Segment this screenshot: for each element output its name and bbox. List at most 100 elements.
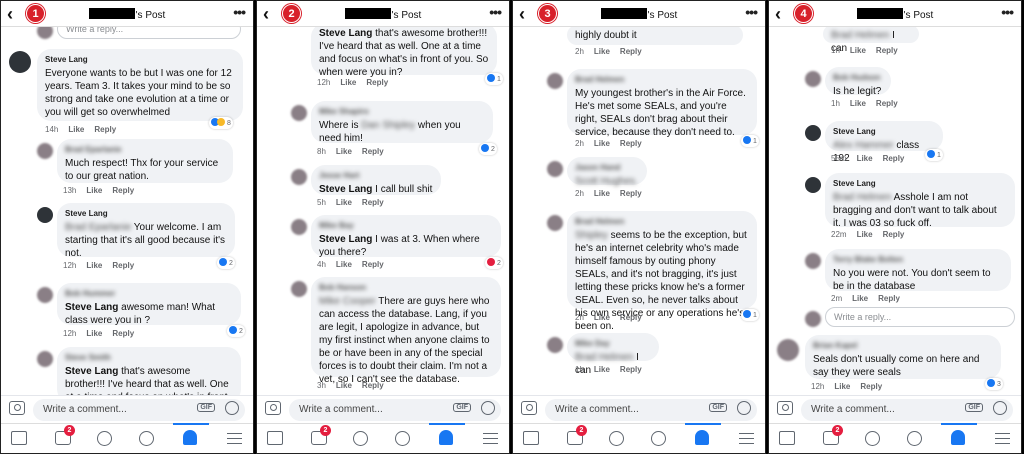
news-feed-icon[interactable] — [779, 431, 795, 445]
like-button[interactable]: Like — [850, 46, 866, 55]
more-options-icon[interactable]: ••• — [745, 4, 758, 20]
news-feed-icon[interactable] — [523, 431, 539, 445]
like-button[interactable]: Like — [336, 147, 352, 156]
mentioned-user[interactable]: Mike Cooper — [319, 296, 376, 307]
profile-icon[interactable] — [609, 431, 624, 446]
camera-icon[interactable] — [521, 401, 537, 415]
notifications-bell-icon[interactable] — [695, 430, 709, 445]
avatar[interactable] — [9, 51, 31, 73]
mentioned-user[interactable]: Scott Hughes. — [575, 176, 638, 187]
notifications-bell-icon[interactable] — [951, 430, 965, 445]
profile-icon[interactable] — [97, 431, 112, 446]
emoji-icon[interactable] — [225, 401, 239, 415]
groups-icon[interactable] — [651, 431, 666, 446]
reply-button[interactable]: Reply — [883, 230, 905, 239]
comment-author[interactable]: Steve Lang — [833, 177, 1007, 190]
gif-button[interactable]: GIF — [709, 403, 727, 412]
reply-button[interactable]: Reply — [883, 154, 905, 163]
avatar[interactable] — [291, 169, 307, 185]
emoji-icon[interactable] — [481, 401, 495, 415]
comment-author[interactable]: Bob Hummer — [65, 287, 233, 300]
comment-author[interactable]: Jesse Hart — [319, 169, 433, 182]
notifications-bell-icon[interactable] — [439, 430, 453, 445]
camera-icon[interactable] — [9, 401, 25, 415]
like-button[interactable]: Like — [834, 382, 850, 391]
mentioned-user[interactable]: Shipley — [575, 230, 608, 241]
reply-button[interactable]: Reply — [620, 139, 642, 148]
like-button[interactable]: Like — [594, 139, 610, 148]
comment-author[interactable]: Brad Eparlanie — [65, 143, 225, 156]
emoji-icon[interactable] — [993, 401, 1007, 415]
more-options-icon[interactable]: ••• — [489, 4, 502, 20]
like-button[interactable]: Like — [86, 261, 102, 270]
comment-author[interactable]: Steve Lang — [45, 53, 235, 66]
reply-button[interactable]: Reply — [620, 47, 642, 56]
reply-button[interactable]: Reply — [366, 78, 388, 87]
avatar[interactable] — [805, 253, 821, 269]
reply-button[interactable]: Reply — [878, 294, 900, 303]
reaction-count[interactable]: 1 — [741, 135, 759, 147]
camera-icon[interactable] — [777, 401, 793, 415]
comment-author[interactable]: Mike Shapiro — [319, 105, 485, 118]
mentioned-user[interactable]: Steve Lang — [65, 366, 118, 377]
mentioned-user[interactable]: Steve Lang — [319, 234, 372, 245]
mentioned-user[interactable]: Brad Helmen — [833, 192, 891, 203]
avatar[interactable] — [805, 71, 821, 87]
comment-author[interactable]: Brad Helmen — [575, 73, 749, 86]
mentioned-user[interactable]: Brad Helmen — [831, 30, 889, 41]
reaction-count[interactable]: 3 — [985, 378, 1003, 390]
reaction-count[interactable]: 2 — [479, 143, 497, 155]
avatar[interactable] — [805, 311, 821, 327]
gif-button[interactable]: GIF — [453, 403, 471, 412]
comment-author[interactable]: Mike Day — [575, 337, 651, 350]
mentioned-user[interactable]: Alex Hammer — [833, 140, 894, 151]
avatar[interactable] — [805, 125, 821, 141]
like-button[interactable]: Like — [340, 78, 356, 87]
menu-icon[interactable] — [995, 433, 1010, 444]
write-reply-field[interactable]: Write a reply... — [825, 307, 1015, 327]
avatar[interactable] — [37, 351, 53, 367]
avatar[interactable] — [777, 339, 799, 361]
reply-button[interactable]: Reply — [362, 260, 384, 269]
profile-icon[interactable] — [865, 431, 880, 446]
like-button[interactable]: Like — [594, 189, 610, 198]
menu-icon[interactable] — [227, 433, 242, 444]
profile-icon[interactable] — [353, 431, 368, 446]
comment-author[interactable]: Mike Bay — [319, 219, 493, 232]
like-button[interactable]: Like — [86, 186, 102, 195]
reply-button[interactable]: Reply — [620, 365, 642, 374]
like-button[interactable]: Like — [594, 47, 610, 56]
like-button[interactable]: Like — [86, 329, 102, 338]
avatar[interactable] — [37, 287, 53, 303]
like-button[interactable]: Like — [336, 260, 352, 269]
reply-button[interactable]: Reply — [112, 261, 134, 270]
avatar[interactable] — [37, 143, 53, 159]
reply-button[interactable]: Reply — [876, 46, 898, 55]
mentioned-user[interactable]: Steve Lang — [65, 302, 118, 313]
avatar[interactable] — [37, 207, 53, 223]
news-feed-icon[interactable] — [11, 431, 27, 445]
mentioned-user[interactable]: Brad Helmen — [575, 352, 633, 363]
groups-icon[interactable] — [139, 431, 154, 446]
camera-icon[interactable] — [265, 401, 281, 415]
like-button[interactable]: Like — [857, 154, 873, 163]
reaction-count[interactable]: 1 — [925, 149, 943, 161]
like-button[interactable]: Like — [594, 365, 610, 374]
reply-button[interactable]: Reply — [112, 329, 134, 338]
reply-button[interactable]: Reply — [94, 125, 116, 134]
menu-icon[interactable] — [483, 433, 498, 444]
avatar[interactable] — [547, 73, 563, 89]
comment-author[interactable]: Steve Lang — [65, 207, 227, 220]
reply-button[interactable]: Reply — [620, 189, 642, 198]
reply-button[interactable]: Reply — [362, 147, 384, 156]
reply-button[interactable]: Reply — [620, 313, 642, 322]
avatar[interactable] — [291, 281, 307, 297]
reply-button[interactable]: Reply — [362, 198, 384, 207]
more-options-icon[interactable]: ••• — [1001, 4, 1014, 20]
comment-author[interactable]: Jason Hand — [575, 161, 639, 174]
comment-author[interactable]: Brian Kapel — [813, 339, 993, 352]
like-button[interactable]: Like — [336, 381, 352, 390]
reaction-count[interactable]: 1 — [485, 73, 503, 85]
groups-icon[interactable] — [907, 431, 922, 446]
groups-icon[interactable] — [395, 431, 410, 446]
